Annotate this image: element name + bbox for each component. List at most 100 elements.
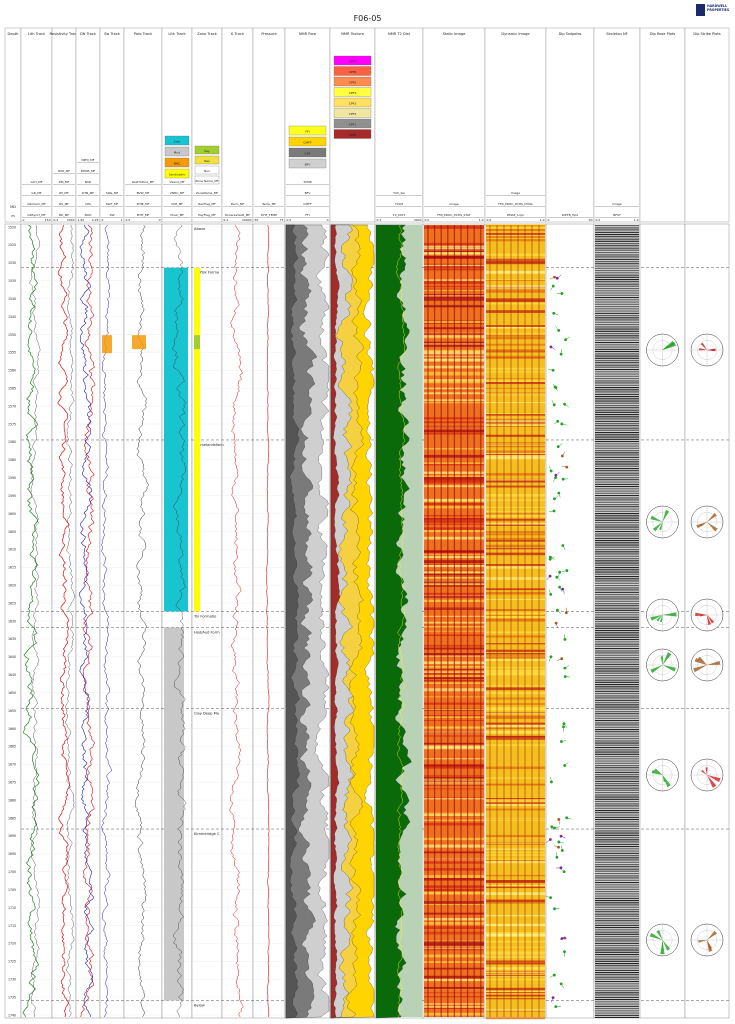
skeleton-stripe — [595, 644, 639, 646]
skeleton-stripe — [595, 415, 639, 417]
dynamic-streak — [486, 442, 545, 444]
track-plot-dip — [545, 223, 595, 1019]
skeleton-stripe — [595, 973, 639, 975]
skeleton-stripe — [595, 275, 639, 277]
depth-tick-label: 1520 — [8, 225, 16, 229]
skeleton-stripe — [595, 543, 639, 545]
skeleton-stripe — [595, 505, 639, 507]
skeleton-stripe — [595, 646, 639, 648]
skeleton-stripe — [595, 716, 639, 718]
skeleton-stripe — [595, 421, 639, 423]
dynamic-streak — [486, 858, 545, 861]
skeleton-stripe — [595, 460, 639, 462]
header-curve-static-0: FMI_PROC_PCHS_STAT — [437, 213, 470, 217]
skeleton-stripe — [595, 759, 639, 761]
skeleton-stripe — [595, 865, 639, 867]
dynamic-streak — [486, 512, 545, 515]
range-max-dip: 90 — [589, 218, 593, 222]
skeleton-stripe — [595, 637, 639, 639]
track-name-lith: Lith Track — [28, 32, 46, 36]
dip-tadpole — [563, 402, 567, 406]
zone-label: Tor Formatio — [193, 614, 216, 618]
header-curve-dn-0: NUD — [85, 213, 92, 217]
skeleton-stripe — [595, 619, 639, 621]
log-plot[interactable]: Depth Lith Track Resistivity Track DN Track… — [0, 0, 735, 1024]
skeleton-stripe — [595, 583, 639, 585]
dynamic-streak — [486, 279, 545, 281]
skeleton-stripe — [595, 831, 639, 833]
header-curve-dn-5: NPHI_MF — [81, 158, 94, 162]
skeleton-stripe — [595, 680, 639, 682]
skeleton-stripe — [595, 453, 639, 455]
dynamic-streak — [486, 533, 545, 536]
skeleton-stripe — [595, 271, 639, 273]
skeleton-stripe — [595, 403, 639, 405]
skeleton-stripe — [595, 381, 639, 383]
dip-tadpole — [560, 657, 564, 661]
skeleton-stripe — [595, 464, 639, 466]
depth-tick-label: 1675 — [8, 780, 16, 784]
track-header-skeleton — [593, 27, 641, 223]
dynamic-streak — [486, 655, 545, 657]
skeleton-stripe — [595, 709, 639, 711]
track-name-dn: DN Track — [80, 32, 97, 36]
lith-legend-label-0: Calc — [174, 140, 181, 144]
skeleton-stripe — [595, 322, 639, 324]
skeleton-stripe — [595, 657, 639, 658]
track-name-dip: Dip Tadpoles — [559, 32, 582, 36]
skeleton-stripe — [595, 340, 639, 342]
dynamic-streak — [486, 736, 545, 738]
skeleton-stripe — [595, 414, 639, 415]
skeleton-stripe — [595, 552, 639, 554]
pore-legend-label-3: BFV — [305, 163, 312, 167]
skeleton-stripe — [595, 806, 639, 808]
skeleton-stripe — [595, 891, 639, 892]
track-name-k: K Track — [231, 32, 245, 36]
depth-tick-label: 1530 — [8, 261, 16, 265]
skeleton-stripe — [595, 442, 639, 444]
dynamic-streak — [486, 703, 545, 705]
header-curve-zone-0: PayFlag_MF — [198, 213, 216, 217]
range-max-dn: 2.95 — [92, 218, 99, 222]
dynamic-streak — [486, 493, 545, 497]
dynamic-streak — [486, 472, 545, 476]
dynamic-streak — [486, 598, 545, 600]
header-curve-resistivity-3: RM_MF — [59, 180, 70, 184]
range-max-pressure: 75 — [280, 218, 284, 222]
skeleton-stripe — [595, 1017, 639, 1018]
skeleton-stripe — [595, 882, 639, 883]
dynamic-streak — [486, 951, 545, 954]
skeleton-stripe — [595, 579, 639, 581]
skeleton-stripe — [595, 509, 639, 511]
skeleton-stripe — [595, 750, 639, 752]
range-min-k: 0.1 — [224, 218, 229, 222]
skeleton-stripe — [595, 633, 639, 635]
skeleton-stripe — [595, 534, 639, 536]
skeleton-stripe — [595, 847, 639, 849]
dynamic-streak — [486, 691, 545, 695]
skeleton-stripe — [595, 896, 639, 898]
skeleton-stripe — [595, 849, 639, 851]
pore-legend-label-0: FFI — [305, 130, 309, 134]
dynamic-streak — [486, 506, 545, 509]
dynamic-streak — [486, 499, 545, 501]
track-name-diprose: Dip Rose Plots — [650, 32, 676, 36]
skeleton-stripe — [595, 333, 639, 334]
skeleton-stripe — [595, 338, 639, 340]
poro-hc-fill — [132, 335, 146, 350]
skeleton-stripe — [595, 342, 639, 343]
skeleton-stripe — [595, 748, 639, 750]
skeleton-stripe — [595, 554, 639, 556]
skeleton-stripe — [595, 286, 639, 288]
skeleton-stripe — [595, 957, 639, 959]
skeleton-stripe — [595, 676, 639, 678]
header-curve-k-0: KCoarseValid_MF — [225, 213, 251, 217]
skeleton-stripe — [595, 936, 639, 937]
skeleton-stripe — [595, 390, 639, 392]
track-name-depth: Depth — [8, 32, 19, 36]
skeleton-stripe — [595, 397, 639, 399]
dynamic-streak — [486, 669, 545, 673]
dynamic-streak — [486, 414, 545, 416]
header-curve-skeleton-1: image — [612, 202, 621, 206]
skeleton-stripe — [595, 795, 639, 797]
